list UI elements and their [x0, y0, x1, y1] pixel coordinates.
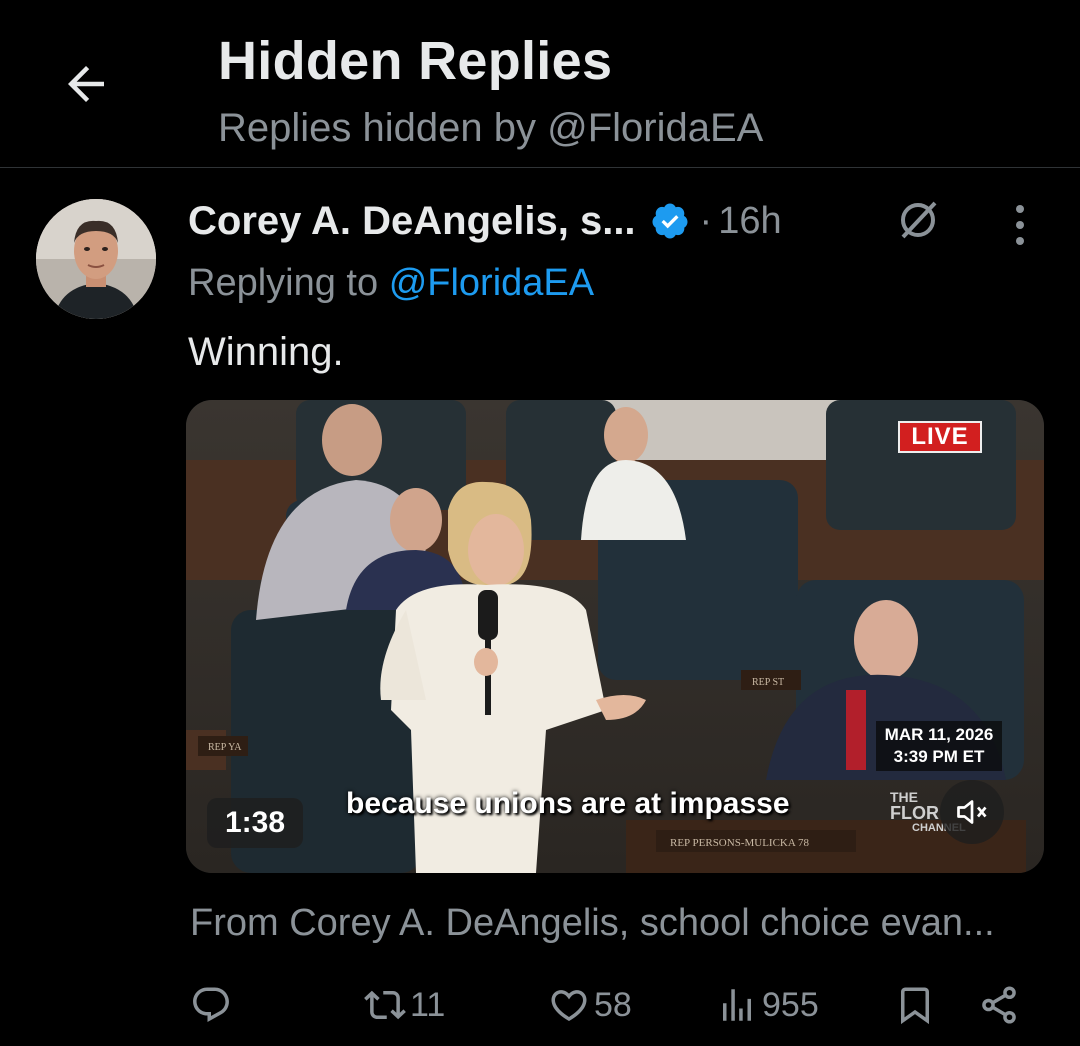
- retweet-icon: [364, 990, 406, 1020]
- page-subtitle: Replies hidden by @FloridaEA: [218, 106, 764, 150]
- retweet-button[interactable]: 11: [364, 975, 445, 1035]
- tweet-time[interactable]: 16h: [718, 200, 781, 243]
- avatar[interactable]: [36, 199, 156, 319]
- video-player[interactable]: REP PERSONS-MULICKA 78 REP ST REP YA LIV…: [186, 400, 1044, 873]
- bookmark-icon: [901, 987, 929, 1025]
- nameplate-2: REP ST: [752, 677, 784, 688]
- avatar-image: [36, 199, 156, 319]
- hidden-reply-icon: [901, 201, 937, 239]
- replying-handle-link[interactable]: @FloridaEA: [389, 262, 594, 304]
- like-button[interactable]: 58: [548, 975, 632, 1035]
- back-arrow-icon: [68, 66, 104, 102]
- replying-to: Replying to @FloridaEA: [188, 262, 594, 305]
- broadcast-date: MAR 11, 2026: [884, 725, 994, 744]
- action-bar: 11 58 955: [0, 975, 1080, 1035]
- more-vertical-icon: [1016, 205, 1024, 245]
- top-bar: Hidden Replies Replies hidden by @Florid…: [0, 0, 1080, 168]
- broadcast-clock: 3:39 PM ET: [893, 747, 985, 766]
- separator-dot: ·: [699, 199, 713, 242]
- back-button[interactable]: [56, 54, 116, 114]
- mute-icon: [957, 800, 987, 824]
- page-title: Hidden Replies: [218, 31, 613, 91]
- tweet-header: Corey A. DeAngelis, s... · 16h: [188, 196, 782, 246]
- author-name[interactable]: Corey A. DeAngelis, s...: [188, 199, 636, 244]
- reply-icon: [193, 987, 229, 1022]
- live-badge: LIVE: [898, 421, 982, 453]
- hidden-reply-button[interactable]: [888, 195, 948, 245]
- video-duration: 1:38: [207, 798, 303, 848]
- like-count: 58: [594, 985, 632, 1024]
- nameplate-1: REP PERSONS-MULICKA 78: [670, 837, 809, 849]
- bookmark-button[interactable]: [894, 975, 936, 1035]
- replying-prefix: Replying to: [188, 262, 379, 304]
- video-caption: because unions are at impasse: [346, 787, 790, 820]
- share-button[interactable]: [978, 975, 1020, 1035]
- retweet-count: 11: [410, 985, 446, 1024]
- verified-badge-icon: [650, 201, 690, 241]
- share-icon: [982, 986, 1016, 1024]
- views-icon: [723, 989, 751, 1021]
- from-attribution[interactable]: From Corey A. DeAngelis, school choice e…: [190, 902, 995, 945]
- view-count: 955: [762, 985, 819, 1024]
- broadcast-timestamp: MAR 11, 2026 3:39 PM ET: [876, 721, 1002, 771]
- tweet-text: Winning.: [188, 330, 344, 374]
- reply-button[interactable]: [190, 975, 236, 1035]
- like-icon: [551, 990, 587, 1022]
- nameplate-3: REP YA: [208, 742, 242, 753]
- more-options-button[interactable]: [1000, 195, 1040, 255]
- views-button[interactable]: 955: [716, 975, 819, 1035]
- mute-button[interactable]: [940, 780, 1004, 844]
